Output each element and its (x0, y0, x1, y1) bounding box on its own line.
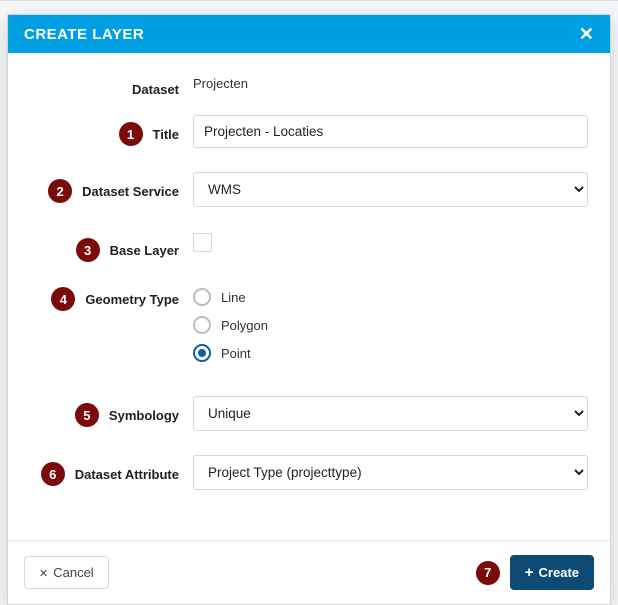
geometry-radio-group: Line Polygon Point (193, 286, 588, 362)
modal-title: CREATE LAYER (24, 26, 144, 43)
field-dataset: Projecten (193, 75, 588, 91)
plus-icon (525, 564, 534, 581)
cancel-x-icon (39, 565, 48, 580)
create-layer-modal: CREATE LAYER ✕ Dataset Projecten 1 Title (7, 14, 611, 605)
create-button-label: Create (539, 565, 579, 580)
annotation-badge-1: 1 (119, 122, 143, 146)
row-dataset-attribute: 6 Dataset Attribute Project Type (projec… (8, 455, 588, 490)
geometry-option-line-label: Line (221, 290, 246, 305)
dataset-service-select[interactable]: WMS (193, 172, 588, 207)
cancel-button[interactable]: Cancel (24, 556, 109, 589)
base-layer-checkbox[interactable] (193, 233, 212, 252)
row-title: 1 Title (8, 115, 588, 148)
label-geometry-type: 4 Geometry Type (8, 286, 193, 311)
label-dataset-text: Dataset (132, 82, 179, 97)
geometry-option-polygon[interactable]: Polygon (193, 316, 588, 334)
row-base-layer: 3 Base Layer (8, 231, 588, 262)
label-geometry-type-text: Geometry Type (85, 292, 179, 307)
symbology-select[interactable]: Unique (193, 396, 588, 431)
label-dataset-service-text: Dataset Service (82, 184, 179, 199)
modal-footer: Cancel 7 Create (8, 540, 610, 604)
label-symbology: 5 Symbology (8, 396, 193, 427)
label-dataset-service: 2 Dataset Service (8, 172, 193, 203)
dataset-attribute-select[interactable]: Project Type (projecttype) (193, 455, 588, 490)
label-dataset-attribute-text: Dataset Attribute (75, 467, 179, 482)
geometry-option-polygon-label: Polygon (221, 318, 268, 333)
annotation-badge-5: 5 (75, 403, 99, 427)
label-title-text: Title (153, 127, 180, 142)
annotation-badge-2: 2 (48, 179, 72, 203)
modal-body: Dataset Projecten 1 Title 2 (8, 53, 610, 540)
title-input[interactable] (193, 115, 588, 148)
radio-dot-icon (198, 349, 206, 357)
radio-icon (193, 288, 211, 306)
annotation-badge-6: 6 (41, 462, 65, 486)
label-title: 1 Title (8, 115, 193, 146)
label-base-layer-text: Base Layer (110, 243, 179, 258)
row-dataset-service: 2 Dataset Service WMS (8, 172, 588, 207)
label-base-layer: 3 Base Layer (8, 231, 193, 262)
annotation-badge-3: 3 (76, 238, 100, 262)
radio-icon-selected (193, 344, 211, 362)
modal-header: CREATE LAYER ✕ (8, 15, 610, 53)
row-dataset: Dataset Projecten (8, 75, 588, 97)
label-symbology-text: Symbology (109, 408, 179, 423)
close-icon[interactable]: ✕ (579, 25, 594, 43)
footer-right: 7 Create (476, 555, 594, 590)
create-button[interactable]: Create (510, 555, 594, 590)
geometry-option-point[interactable]: Point (193, 344, 588, 362)
label-dataset: Dataset (8, 75, 193, 97)
cancel-button-label: Cancel (53, 565, 93, 580)
row-symbology: 5 Symbology Unique (8, 396, 588, 431)
label-dataset-attribute: 6 Dataset Attribute (8, 455, 193, 486)
geometry-option-point-label: Point (221, 346, 251, 361)
radio-icon (193, 316, 211, 334)
geometry-option-line[interactable]: Line (193, 288, 588, 306)
annotation-badge-7: 7 (476, 561, 500, 585)
row-geometry-type: 4 Geometry Type Line Polygon (8, 286, 588, 372)
annotation-badge-4: 4 (51, 287, 75, 311)
dataset-value: Projecten (193, 75, 588, 91)
